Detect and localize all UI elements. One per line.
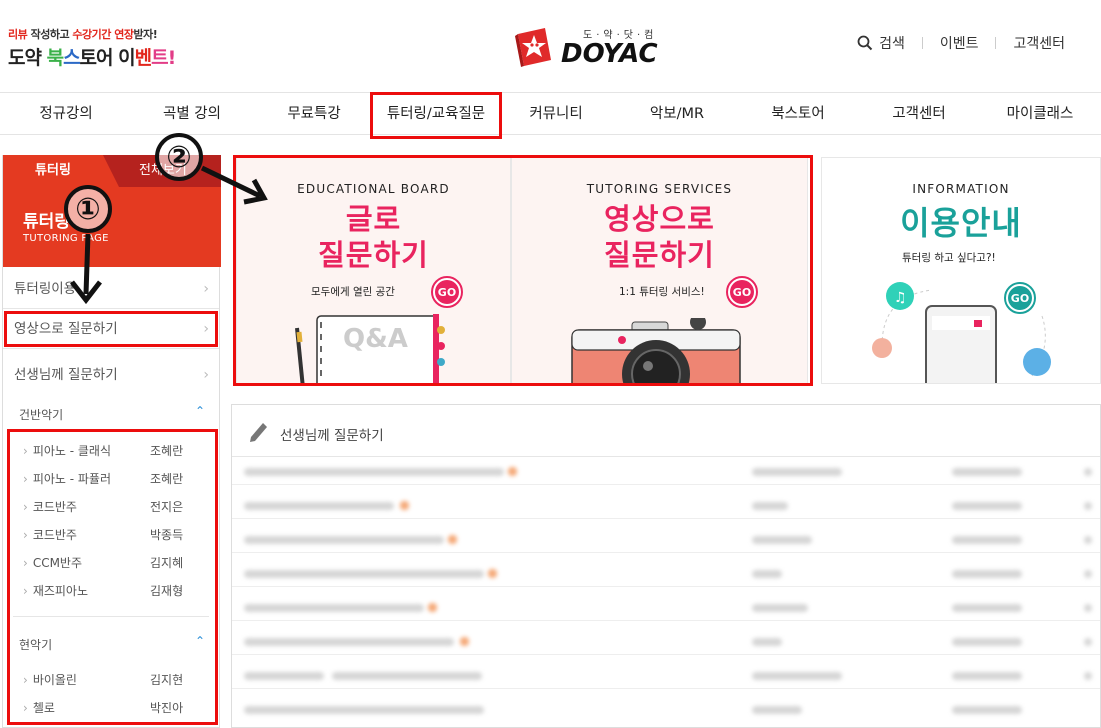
main-navigation: 정규강의 곡별 강의 무료특강 튜터링/교육질문 커뮤니티 악보/MR 북스토어… [0,92,1101,135]
promo-highlight: 리뷰 [8,28,28,41]
arrow-down-icon [70,233,102,305]
nav-community[interactable]: 커뮤니티 [504,93,608,135]
divider [921,37,923,49]
board-header: 선생님께 질문하기 [232,405,1100,457]
sidebar-item-ask-teacher[interactable]: 선생님께 질문하기 › [3,353,219,397]
board-row[interactable] [232,593,1100,621]
customer-center-link[interactable]: 고객센터 [1013,33,1065,53]
promo-text: 벤 [134,47,153,69]
tab-tutoring[interactable]: 튜터링 [3,155,119,187]
board-row[interactable] [232,525,1100,553]
nav-customer-center[interactable]: 고객센터 [867,93,971,135]
banner-title: 이용안내 [900,204,1022,242]
highlight-box-teacher-list [7,429,218,725]
board-row[interactable] [232,457,1100,485]
logo-title: DOYAC [561,38,658,69]
board-row[interactable] [232,695,1100,723]
chevron-right-icon: › [203,367,209,383]
doyac-logo[interactable]: 도·약·닷·컴 DOYAC [515,22,658,70]
sidebar-item-tutoring-guide[interactable]: 튜터링이용 › [3,269,219,309]
utility-menu: 검색 이벤트 고객센터 [857,33,1065,53]
group-keyboard-label[interactable]: 건반악기 [19,406,63,423]
annotation-number-one: ① [64,185,112,233]
nav-song-courses[interactable]: 곡별 강의 [140,93,244,135]
header: 리뷰 작성하고 수강기간 연장받자! 도약 북스토어 이벤트! 도·약·닷·컴 … [0,0,1101,92]
banner-information[interactable]: INFORMATION 이용안내 튜터링 하고 싶다고?! GO ♫ [821,157,1101,384]
board-row[interactable] [232,661,1100,689]
promo-text: 작성하고 [27,28,73,41]
logo-text: 도·약·닷·컴 DOYAC [561,26,658,67]
highlight-box-banners [233,155,813,386]
nav-free-lectures[interactable]: 무료특강 [262,93,366,135]
event-link[interactable]: 이벤트 [940,33,979,53]
nav-bookstore[interactable]: 북스토어 [746,93,850,135]
chevron-right-icon: › [203,281,209,297]
promo-text: 스 [63,47,81,69]
nav-sheet-music[interactable]: 악보/MR [625,93,729,135]
chevron-up-icon[interactable]: ⌃ [195,404,205,418]
promo-highlight: 수강기간 연장 [72,28,134,41]
nav-regular-courses[interactable]: 정규강의 [14,93,118,135]
promo-text: 트! [151,47,176,69]
search-icon [857,35,873,51]
promo-line2: 도약 북스토어 이벤트! [8,43,198,70]
promo-line1: 리뷰 작성하고 수강기간 연장받자! [8,26,198,42]
sidebar-title: 튜터링 [23,212,70,232]
logo-mark-icon [515,26,553,67]
phone-illustration-icon: ♫ [872,282,1051,383]
banner-subtitle: 튜터링 하고 싶다고?! [902,252,996,264]
banner-english-title: INFORMATION [912,182,1010,196]
sidebar-item-label: 선생님께 질문하기 [14,367,118,383]
board-row[interactable] [232,559,1100,587]
teacher-question-board: 선생님께 질문하기 [231,404,1101,728]
search-button[interactable]: 검색 [857,33,905,53]
event-promo-banner[interactable]: 리뷰 작성하고 수강기간 연장받자! 도약 북스토어 이벤트! [8,26,198,70]
promo-text: 토어 이 [79,47,136,69]
promo-text: 받자! [133,28,158,41]
search-label: 검색 [879,36,905,52]
highlight-box-video-question [4,311,218,347]
sidebar-header: 튜터링 TUTORING PAGE [3,187,221,267]
nav-my-class[interactable]: 마이클래스 [988,93,1092,135]
pencil-icon [250,423,267,442]
arrow-right-icon [200,165,268,205]
board-title: 선생님께 질문하기 [280,428,384,444]
board-row[interactable] [232,627,1100,655]
svg-text:♫: ♫ [894,290,907,306]
highlight-box-tutoring-nav [370,92,502,139]
promo-text: 도약 [8,47,47,69]
board-row[interactable] [232,491,1100,519]
divider [995,37,997,49]
promo-text: 북 [46,47,65,69]
annotation-number-two: ② [155,133,203,181]
